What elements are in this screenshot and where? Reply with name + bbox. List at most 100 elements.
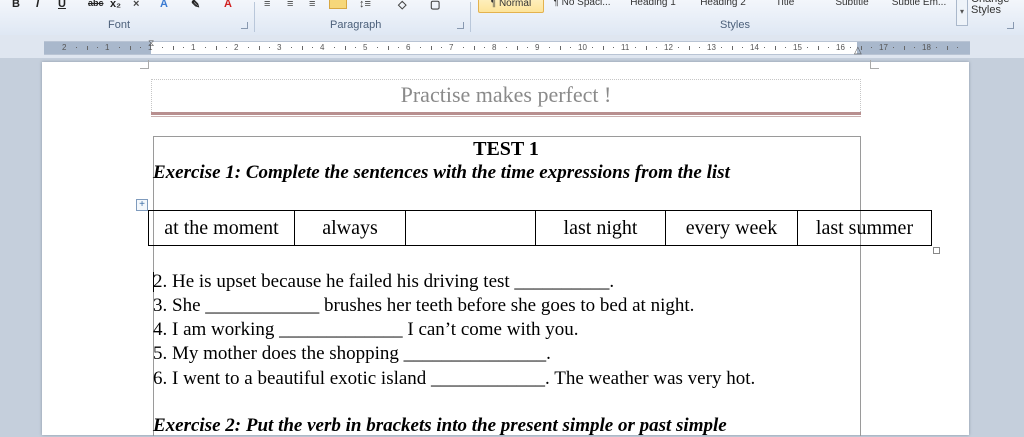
sentence-line[interactable]: 6. I went to a beautiful exotic island _… <box>153 368 755 390</box>
ruler-tick <box>731 46 733 50</box>
ruler-tick <box>516 46 518 50</box>
ruler-tick <box>763 47 765 48</box>
word-list-cell[interactable]: last summer <box>797 210 932 246</box>
underline-button[interactable]: U <box>58 0 66 10</box>
style-subtle-emphasis[interactable]: Subtle Em... <box>886 0 952 11</box>
justify-icon[interactable] <box>329 0 347 9</box>
exercise-1-heading: Exercise 1: Complete the sentences with … <box>153 162 730 183</box>
subscript-button[interactable]: x₂ <box>110 0 121 10</box>
ruler-tick <box>720 47 722 48</box>
ruler-tick <box>258 46 260 50</box>
header-rule <box>151 112 861 115</box>
shading-icon[interactable]: ◇ <box>398 0 406 11</box>
ruler-tick <box>699 47 701 48</box>
ribbon: B I U abc x₂ × A ✎ A Font ≡ ≡ ≡ ↕≡ ◇ ▢ P… <box>0 0 1024 36</box>
word-list-cell[interactable]: last night <box>535 210 666 246</box>
align-left-icon[interactable]: ≡ <box>264 0 270 10</box>
ruler-tick <box>817 46 819 50</box>
highlight-icon[interactable]: ✎ <box>191 0 200 11</box>
ruler-tick <box>548 47 550 48</box>
align-center-icon[interactable]: ≡ <box>287 0 293 10</box>
ruler-tick <box>118 47 120 48</box>
ruler-number: 1 <box>105 43 110 52</box>
ruler-tick <box>484 47 486 48</box>
ruler-tick <box>269 47 271 48</box>
page-header-title: Practise makes perfect ! <box>400 82 612 107</box>
ruler-number: 10 <box>578 43 587 52</box>
ruler-tick <box>505 47 507 48</box>
style-heading-1[interactable]: Heading 1 <box>620 0 686 11</box>
sentence-line[interactable]: 4. I am working _____________ I can’t co… <box>153 319 579 341</box>
ruler-number: 12 <box>664 43 673 52</box>
ruler-tick <box>204 47 206 48</box>
ruler-tick <box>215 46 217 50</box>
word-list-cell[interactable]: always <box>294 210 406 246</box>
ruler-tick <box>376 47 378 48</box>
style-heading-2[interactable]: Heading 2 <box>690 0 756 11</box>
bold-button[interactable]: B <box>12 0 20 10</box>
align-right-icon[interactable]: ≡ <box>309 0 315 10</box>
ruler-tick <box>290 47 292 48</box>
indent-marker-icon[interactable]: ⧖ <box>148 38 154 49</box>
word-list-cell[interactable]: every week <box>665 210 798 246</box>
change-styles-button[interactable]: Change Styles <box>971 0 1011 16</box>
ruler-tick <box>935 47 937 48</box>
ruler-tick <box>97 47 99 48</box>
header-rule-thin <box>151 116 861 117</box>
styles-scroll-icon[interactable]: ▾ <box>956 0 968 26</box>
style-title[interactable]: Title <box>760 0 810 11</box>
style-no-spacing[interactable]: ¶ No Spaci... <box>546 0 618 11</box>
table-move-handle-icon[interactable]: + <box>136 199 148 211</box>
italic-button[interactable]: I <box>36 0 39 10</box>
ruler-number: 4 <box>320 43 325 52</box>
paragraph-group-label: Paragraph <box>330 19 382 31</box>
horizontal-ruler[interactable]: 2 1 1 1 2 3 4 5 6 7 8 9 10 11 12 13 14 15 16 17 18 <box>44 41 970 55</box>
ruler-number: 7 <box>449 43 454 52</box>
right-indent-marker-icon[interactable]: △ <box>854 45 862 56</box>
sentence-line[interactable]: 5. My mother does the shopping _________… <box>153 343 551 365</box>
word-list-cell[interactable] <box>405 210 536 246</box>
ruler-tick <box>462 47 464 48</box>
group-separator <box>470 2 471 32</box>
ruler-tick <box>172 46 174 50</box>
style-normal[interactable]: ¶ Normal <box>478 0 544 13</box>
text-effects-icon[interactable]: A <box>160 0 168 10</box>
borders-icon[interactable]: ▢ <box>430 0 440 11</box>
ruler-tick <box>570 47 572 48</box>
ruler-number: 6 <box>406 43 411 52</box>
ruler-number: 18 <box>922 43 931 52</box>
ruler-tick <box>774 46 776 50</box>
ruler-tick <box>301 46 303 50</box>
ruler-tick <box>355 47 357 48</box>
ruler-tick <box>688 46 690 50</box>
ruler-tick <box>344 46 346 50</box>
sentence-line[interactable]: 3. She ____________ brushes her teeth be… <box>153 295 694 317</box>
styles-group-label: Styles <box>720 19 750 31</box>
ruler-tick <box>591 47 593 48</box>
style-subtitle[interactable]: Subtitle <box>824 0 880 11</box>
ruler-tick <box>161 47 163 48</box>
ruler-tick <box>892 47 894 48</box>
font-dialog-launcher-icon[interactable] <box>241 22 248 29</box>
word-list-cell[interactable]: at the moment <box>148 210 295 246</box>
superscript-icon[interactable]: × <box>133 0 139 10</box>
table-resize-handle[interactable] <box>933 247 940 254</box>
ruler-tick <box>946 46 948 50</box>
line-spacing-icon[interactable]: ↕≡ <box>359 0 371 10</box>
ruler-number: 3 <box>277 43 282 52</box>
ruler-tick <box>849 47 851 48</box>
ruler-tick <box>387 46 389 50</box>
ruler-tick <box>677 47 679 48</box>
font-color-button[interactable]: A <box>224 0 232 10</box>
ruler-number: 2 <box>62 43 67 52</box>
ruler-tick <box>312 47 314 48</box>
ruler-tick <box>602 46 604 50</box>
ruler-number: 2 <box>234 43 239 52</box>
ruler-tick <box>613 47 615 48</box>
sentence-line[interactable]: 2. He is upset because he failed his dri… <box>153 271 614 293</box>
ruler-tick <box>247 47 249 48</box>
strikethrough-button[interactable]: abc <box>88 0 104 8</box>
styles-dialog-launcher-icon[interactable] <box>1007 22 1014 29</box>
paragraph-dialog-launcher-icon[interactable] <box>457 22 464 29</box>
ruler-tick <box>634 47 636 48</box>
